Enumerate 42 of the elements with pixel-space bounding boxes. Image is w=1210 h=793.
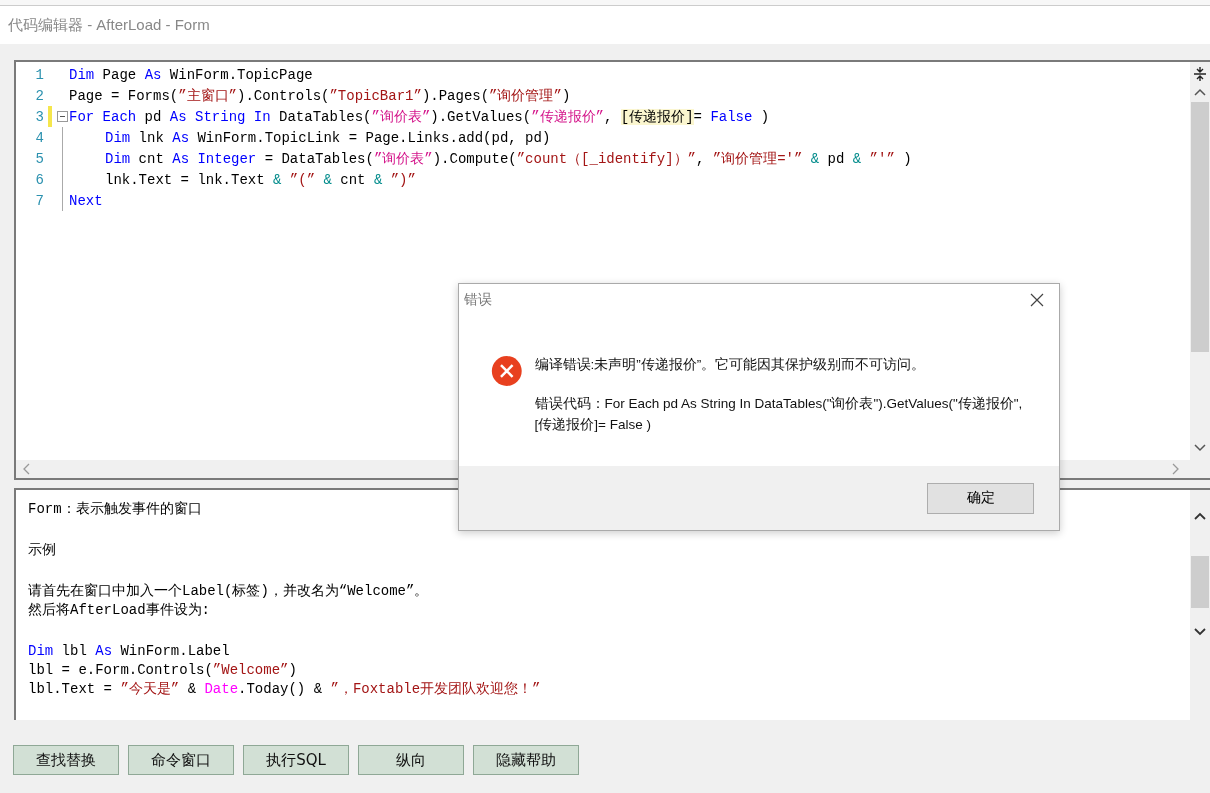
code-line: Dim cnt As Integer = DataTables(”询价表”).Compute(”count（[_identify]）”, ”询价管理='” & pd & ”'” ) [104, 149, 912, 168]
scroll-thumb[interactable] [1191, 556, 1209, 608]
toolbar-button[interactable]: 命令窗口 [128, 745, 234, 775]
dialog-title: 错误 [464, 291, 492, 309]
split-icon[interactable] [1193, 66, 1207, 82]
error-message: 编译错误:未声明”传递报价”。它可能因其保护级别而不可访问。 [534, 356, 927, 374]
error-detail: 错误代码：For Each pd As String In DataTables("询价表").GetValues("传递报价", [传递报价]= False ) [534, 395, 1024, 434]
scroll-up-icon[interactable] [1194, 512, 1206, 520]
toolbar-button[interactable]: 隐藏帮助 [473, 745, 579, 775]
help-line: Dim lbl As WinForm.Label [28, 642, 231, 661]
close-icon[interactable] [1030, 293, 1044, 307]
scroll-down-icon[interactable] [1194, 628, 1206, 636]
scroll-down-icon[interactable] [1194, 444, 1206, 452]
vertical-scrollbar[interactable] [1190, 490, 1210, 720]
toolbar-button[interactable]: 纵向 [358, 745, 464, 775]
vertical-scrollbar[interactable] [1190, 62, 1210, 460]
scroll-up-icon[interactable] [1194, 88, 1206, 96]
help-line: lbl = e.Form.Controls(”Welcome”) [28, 661, 298, 680]
toolbar-button[interactable]: 执行SQL [243, 745, 349, 775]
code-line: For Each pd As String In DataTables(”询价表”).GetValues(”传递报价”, [传递报价]= False ) [69, 107, 770, 126]
line-number: 1 [34, 66, 45, 83]
line-number: 6 [34, 171, 45, 188]
code-line: lnk.Text = lnk.Text & ”(” & cnt & ”)” [104, 171, 416, 188]
line-number: 2 [34, 87, 45, 104]
window-title: 代码编辑器 - AfterLoad - Form [8, 15, 210, 35]
code-line: Dim lnk As WinForm.TopicLink = Page.Links.add(pd, pd) [104, 129, 551, 146]
line-number: 7 [34, 192, 45, 209]
code-line: Next [69, 192, 103, 209]
line-number: 5 [34, 150, 45, 167]
help-line: Form：表示触发事件的窗口 [28, 500, 203, 519]
line-number: 3 [34, 108, 45, 125]
line-number: 4 [34, 129, 45, 146]
collapse-icon[interactable] [56, 111, 68, 122]
code-line: Page = Forms(”主窗口”).Controls(”TopicBar1”).Pages(”询价管理”) [69, 86, 571, 105]
help-line: 请首先在窗口中加入一个Label(标签)，并改名为“Welcome”。 [28, 582, 430, 601]
ok-button[interactable]: 确定 [927, 482, 1034, 514]
scroll-thumb[interactable] [1191, 102, 1209, 352]
toolbar-button[interactable]: 查找替换 [13, 745, 119, 775]
code-line: Dim Page As WinForm.TopicPage [69, 66, 313, 83]
help-line: 然后将AfterLoad事件设为: [28, 601, 211, 620]
help-line: 示例 [28, 541, 57, 560]
help-line: lbl.Text = ”今天是” & Date.Today() & ”，Foxtable开发团队欢迎您！” [28, 680, 542, 699]
